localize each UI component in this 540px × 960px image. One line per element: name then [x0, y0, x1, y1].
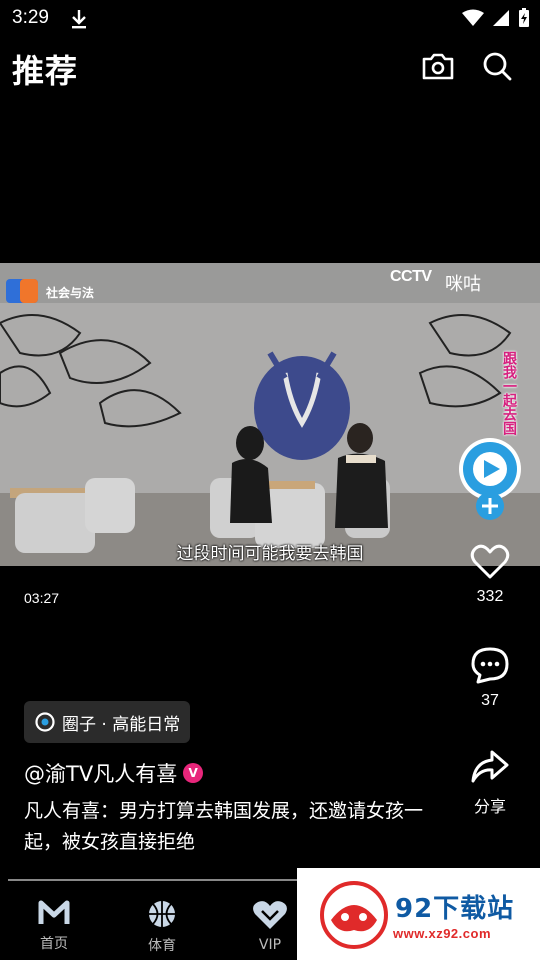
watermark-url: www.xz92.com — [393, 926, 491, 941]
basketball-icon — [149, 901, 175, 927]
broadcaster-logo: CCTV — [390, 268, 432, 285]
watermark-name: 92下载站 — [395, 894, 515, 924]
channel-name: 社会与法 — [46, 286, 95, 300]
comment-icon — [471, 647, 509, 684]
video-duration: 03:27 — [24, 590, 60, 606]
author-name: @渝TV凡人有喜 — [24, 762, 178, 786]
circle-tag[interactable]: 圈子 · 高能日常 — [24, 701, 191, 743]
nav-item-sports[interactable]: 体育 — [122, 899, 202, 955]
battery-charging-icon — [519, 8, 529, 27]
video-description: 凡人有喜：男方打算去韩国发展，还邀请女孩一起，被女孩直接拒绝 — [24, 800, 424, 853]
share-label: 分享 — [473, 799, 506, 816]
site-watermark: 92下载站 www.xz92.com — [297, 868, 540, 960]
verified-badge-icon: V — [183, 763, 204, 783]
circle-tag-label: 圈子 · 高能日常 — [62, 714, 181, 735]
circle-target-icon — [35, 712, 55, 732]
search-button[interactable] — [480, 49, 514, 83]
author-name-row[interactable]: @渝TV凡人有喜 V — [24, 758, 204, 788]
status-bar: 3:29 — [0, 0, 540, 36]
status-time: 3:29 — [12, 7, 49, 28]
wifi-icon — [462, 9, 484, 26]
share-button[interactable]: 分享 — [450, 749, 530, 817]
page-title: 推荐 — [12, 52, 79, 90]
broadcaster-partner: 咪咕 — [445, 274, 481, 295]
nav-item-home[interactable]: 首页 — [14, 899, 94, 953]
comment-count: 37 — [481, 692, 499, 709]
watermark-logo-icon — [320, 881, 388, 949]
home-logo-icon — [38, 900, 70, 924]
like-button[interactable]: 332 — [450, 544, 530, 606]
video-overlay-text: 跟我一起去国 — [501, 351, 517, 435]
share-icon — [471, 750, 509, 783]
like-count: 332 — [476, 588, 504, 605]
status-icons — [462, 8, 530, 28]
nav-label-home: 首页 — [40, 936, 68, 952]
author-avatar-button[interactable] — [456, 436, 524, 522]
camera-icon — [422, 53, 454, 80]
heart-icon — [470, 544, 510, 579]
header: 推荐 — [0, 40, 540, 92]
download-icon — [72, 10, 86, 29]
vip-heart-icon — [253, 901, 287, 929]
nav-label-sports: 体育 — [148, 938, 176, 954]
comment-button[interactable]: 37 — [450, 646, 530, 710]
signal-icon — [493, 10, 509, 26]
camera-button[interactable] — [421, 50, 455, 82]
